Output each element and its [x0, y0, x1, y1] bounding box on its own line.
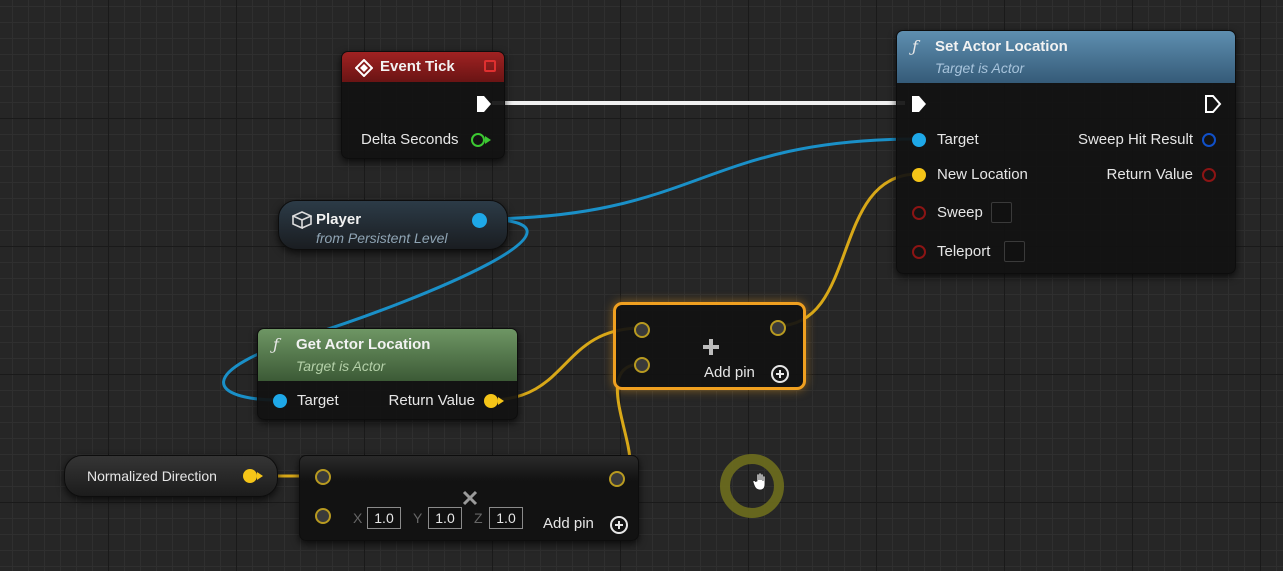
multiply-input-a-pin[interactable]	[315, 469, 331, 485]
event-diamond-icon	[355, 59, 373, 77]
get-return-value-pin[interactable]	[484, 394, 498, 408]
set-actor-location-subtitle: Target is Actor	[935, 60, 1025, 76]
multiply-add-pin-label: Add pin	[543, 515, 594, 532]
set-target-pin[interactable]	[912, 133, 926, 147]
set-target-label: Target	[937, 131, 979, 148]
get-return-arrow-icon	[498, 397, 504, 405]
set-actor-location-node[interactable]: ƒ Set Actor Location Target is Actor Tar…	[896, 30, 1236, 274]
x-value-field[interactable]: 1.0	[367, 507, 401, 529]
y-axis-label: Y	[413, 510, 423, 526]
set-actor-location-title: Set Actor Location	[935, 38, 1068, 55]
set-actor-location-exec-in-pin[interactable]	[910, 95, 928, 113]
return-value-pin[interactable]	[1202, 168, 1216, 182]
sweep-hit-result-label: Sweep Hit Result	[1077, 131, 1193, 148]
multiply-output-pin[interactable]	[609, 471, 625, 487]
player-to-set-target-wire[interactable]	[477, 137, 919, 221]
new-location-pin[interactable]	[912, 168, 926, 182]
add-input-a-pin[interactable]	[634, 322, 650, 338]
normalized-direction-label: Normalized Direction	[87, 468, 217, 484]
sweep-hit-result-pin[interactable]	[1202, 133, 1216, 147]
player-output-pin[interactable]	[472, 213, 487, 228]
get-target-pin[interactable]	[273, 394, 287, 408]
add-pin-label: Add pin	[704, 364, 755, 381]
y-value-field[interactable]: 1.0	[428, 507, 462, 529]
add-node[interactable]: Add pin	[613, 302, 806, 390]
teleport-pin[interactable]	[912, 245, 926, 259]
sweep-pin[interactable]	[912, 206, 926, 220]
get-target-label: Target	[297, 392, 339, 409]
delta-seconds-pin[interactable]	[471, 133, 485, 147]
sweep-checkbox[interactable]	[991, 202, 1012, 223]
function-icon: ƒ	[273, 335, 279, 354]
get-return-value-label: Return Value	[388, 392, 475, 409]
get-actor-location-header[interactable]: ƒ Get Actor Location Target is Actor	[258, 329, 517, 381]
get-actor-location-subtitle: Target is Actor	[296, 358, 386, 374]
normalized-direction-arrow-icon	[257, 472, 263, 480]
get-actor-location-title: Get Actor Location	[296, 336, 431, 353]
event-tick-delegate-pin[interactable]	[484, 60, 496, 72]
z-value-field[interactable]: 1.0	[489, 507, 523, 529]
multiply-icon	[462, 490, 478, 506]
normalized-direction-pin[interactable]	[243, 469, 257, 483]
event-tick-header[interactable]: Event Tick	[342, 52, 504, 82]
teleport-label: Teleport	[937, 243, 991, 260]
event-tick-node[interactable]: Event Tick Delta Seconds	[341, 51, 505, 159]
add-output-pin[interactable]	[770, 320, 786, 336]
return-value-label: Return Value	[1106, 166, 1193, 183]
cube-icon	[292, 211, 312, 229]
event-tick-title: Event Tick	[380, 58, 455, 75]
z-axis-label: Z	[474, 510, 483, 526]
normalized-direction-node[interactable]: Normalized Direction	[64, 455, 278, 497]
delta-seconds-label: Delta Seconds	[361, 131, 459, 148]
x-axis-label: X	[353, 510, 363, 526]
get-actor-location-node[interactable]: ƒ Get Actor Location Target is Actor Tar…	[257, 328, 518, 420]
set-actor-location-header[interactable]: ƒ Set Actor Location Target is Actor	[897, 31, 1235, 83]
player-subtitle: from Persistent Level	[316, 230, 448, 246]
sweep-label: Sweep	[937, 204, 983, 221]
delta-seconds-arrow-icon	[485, 136, 491, 144]
function-icon: ƒ	[912, 37, 918, 56]
multiply-input-b-pin[interactable]	[315, 508, 331, 524]
new-location-label: New Location	[937, 166, 1028, 183]
plus-icon	[703, 339, 719, 355]
multiply-node[interactable]: X 1.0 Y 1.0 Z 1.0 Add pin	[299, 455, 639, 541]
hand-cursor-icon	[752, 472, 766, 491]
player-node[interactable]: Player from Persistent Level	[278, 200, 508, 250]
set-actor-location-exec-out-pin[interactable]	[1204, 95, 1222, 113]
teleport-checkbox[interactable]	[1004, 241, 1025, 262]
player-title: Player	[316, 211, 362, 228]
add-input-b-pin[interactable]	[634, 357, 650, 373]
add-pin-icon[interactable]	[771, 365, 789, 383]
multiply-add-pin-icon[interactable]	[610, 516, 628, 534]
event-tick-exec-out-pin[interactable]	[475, 95, 493, 113]
